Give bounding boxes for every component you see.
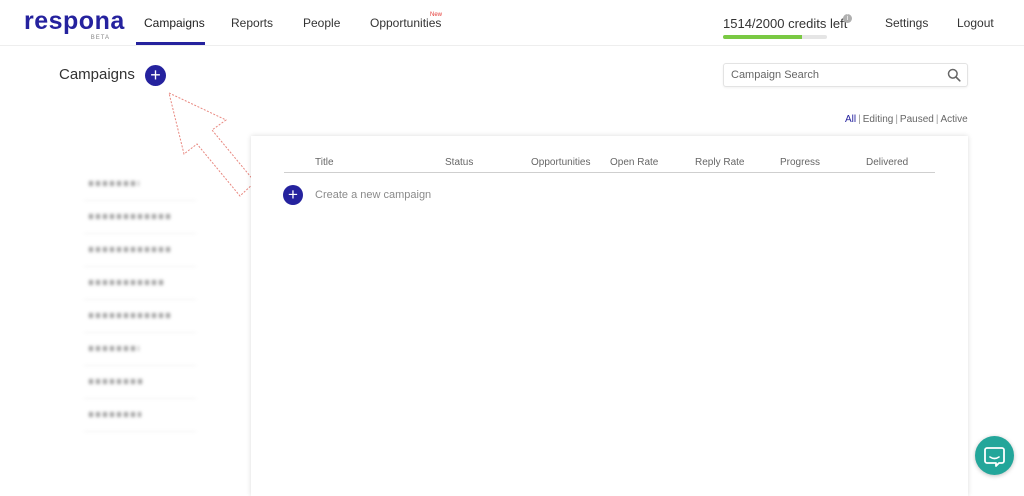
beta-badge: BETA <box>90 35 110 41</box>
campaign-search-input[interactable] <box>724 64 939 86</box>
filter-editing[interactable]: Editing <box>863 114 894 125</box>
nav-reports[interactable]: Reports <box>231 0 273 46</box>
new-badge: New <box>430 12 443 18</box>
campaign-folder-list <box>84 168 196 432</box>
column-header-title[interactable]: Title <box>315 157 334 168</box>
column-header-delivered[interactable]: Delivered <box>866 157 908 168</box>
credits-progress-bar <box>723 35 827 39</box>
search-icon[interactable] <box>947 68 961 82</box>
folder-item[interactable] <box>84 333 196 366</box>
plus-circle-icon: + <box>288 185 298 204</box>
create-campaign-link[interactable]: Create a new campaign <box>315 189 431 201</box>
folder-item[interactable] <box>84 168 196 201</box>
column-header-open-rate[interactable]: Open Rate <box>610 157 658 168</box>
chat-widget-button[interactable] <box>975 436 1014 475</box>
nav-logout[interactable]: Logout <box>957 0 994 46</box>
status-filters: All | Editing | Paused | Active <box>845 114 968 125</box>
chat-bubble-icon <box>984 447 1005 467</box>
create-campaign-button[interactable]: + <box>283 185 303 205</box>
folder-item[interactable] <box>84 399 196 432</box>
filter-paused[interactable]: Paused <box>900 114 934 125</box>
top-nav-bar: respona BETA Campaigns Reports People Op… <box>0 0 1024 46</box>
nav-settings[interactable]: Settings <box>885 0 928 46</box>
respona-logo[interactable]: respona BETA <box>24 7 125 41</box>
folder-item[interactable] <box>84 366 196 399</box>
column-header-status[interactable]: Status <box>445 157 473 168</box>
campaign-search <box>723 63 968 87</box>
table-header-divider <box>284 172 935 173</box>
credits-progress-fill <box>723 35 803 39</box>
filter-separator: | <box>935 114 939 125</box>
column-header-opportunities[interactable]: Opportunities <box>531 157 590 168</box>
filter-active[interactable]: Active <box>940 114 967 125</box>
credits-label: 1514/2000 credits left <box>723 16 848 31</box>
plus-circle-icon: + <box>150 65 161 85</box>
folder-item[interactable] <box>84 201 196 234</box>
info-icon[interactable]: i <box>843 14 852 23</box>
folder-item[interactable] <box>84 300 196 333</box>
logo-text: respona <box>24 7 125 35</box>
filter-separator: | <box>895 114 898 125</box>
filter-all[interactable]: All <box>845 114 856 125</box>
nav-opportunities[interactable]: Opportunities <box>370 0 441 46</box>
active-nav-indicator <box>136 42 205 45</box>
add-campaign-button[interactable]: + <box>145 65 166 86</box>
nav-people[interactable]: People <box>303 0 340 46</box>
filter-separator: | <box>858 114 861 125</box>
column-header-progress[interactable]: Progress <box>780 157 820 168</box>
folder-item[interactable] <box>84 234 196 267</box>
folder-item[interactable] <box>84 267 196 300</box>
column-header-reply-rate[interactable]: Reply Rate <box>695 157 744 168</box>
nav-campaigns[interactable]: Campaigns <box>144 0 205 46</box>
page-title: Campaigns <box>59 66 135 83</box>
